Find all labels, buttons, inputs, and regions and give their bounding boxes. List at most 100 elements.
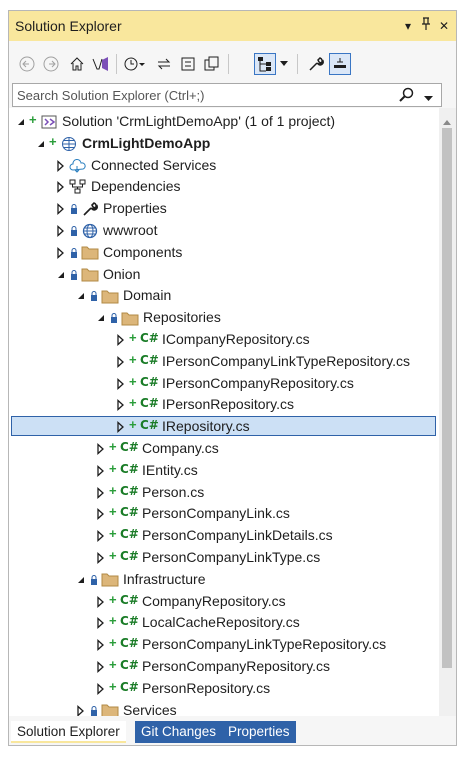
globe-icon	[81, 222, 99, 240]
tree-item-label: IEntity.cs	[142, 461, 198, 478]
collapsed-arrow-icon[interactable]	[95, 551, 107, 564]
tree-item-file[interactable]: + C# Person.cs	[9, 483, 439, 504]
tree-item-file[interactable]: + C# PersonCompanyLink.cs	[9, 504, 439, 525]
collapsed-arrow-icon[interactable]	[95, 529, 107, 543]
expanded-arrow-icon[interactable]	[15, 115, 27, 127]
tree-item[interactable]: wwwroot	[9, 221, 439, 242]
close-button[interactable]: ✕	[436, 17, 452, 35]
pin-button[interactable]	[418, 17, 434, 35]
tree-item[interactable]: Repositories	[9, 308, 439, 329]
tree-item-file[interactable]: + C# IEntity.cs	[9, 461, 439, 482]
vertical-scrollbar[interactable]	[439, 108, 456, 716]
search-options-dropdown[interactable]	[424, 89, 433, 107]
tree-item[interactable]: + CrmLightDemoApp	[9, 134, 439, 155]
collapsed-arrow-icon[interactable]	[95, 486, 107, 499]
tree-item[interactable]: Onion	[9, 265, 439, 286]
tree-item-file[interactable]: + C# CompanyRepository.cs	[9, 592, 439, 613]
expanded-arrow-icon[interactable]	[95, 311, 107, 323]
show-all-files-button[interactable]	[201, 53, 223, 75]
tree-item-label: PersonCompanyLinkDetails.cs	[142, 527, 333, 544]
tree-item-file[interactable]: + C# PersonCompanyRepository.cs	[9, 657, 439, 678]
tree-view-dropdown-button[interactable]	[277, 53, 291, 75]
tree-item[interactable]: Domain	[9, 286, 439, 307]
expanded-arrow-icon[interactable]	[55, 268, 67, 280]
collapsed-arrow-icon[interactable]	[115, 355, 127, 368]
tree-item-file[interactable]: + C# PersonCompanyLinkType.cs	[9, 548, 439, 569]
solution-tree: + Solution 'CrmLightDemoApp' (1 of 1 proj…	[9, 108, 439, 716]
tree-item-file[interactable]: + C# PersonRepository.cs	[9, 679, 439, 700]
solution-explorer-window: Solution Explorer ▾ ✕ Search Solution Ex…	[8, 10, 457, 746]
tree-item-file[interactable]: + C# IRepository.cs	[9, 416, 439, 438]
back-button[interactable]	[16, 53, 38, 75]
home-button[interactable]	[66, 53, 88, 75]
added-change-icon: +	[49, 133, 57, 149]
tree-item[interactable]: Properties	[9, 199, 439, 220]
window-dropdown-button[interactable]: ▾	[400, 17, 416, 35]
collapsed-arrow-icon[interactable]	[95, 442, 107, 455]
lock-icon	[90, 704, 98, 716]
csharp-icon: C#	[140, 331, 159, 345]
search-button[interactable]	[399, 87, 415, 108]
collapsed-arrow-icon[interactable]	[115, 377, 127, 390]
tree-item-label: PersonCompanyLinkType.cs	[142, 549, 321, 565]
tree-item-file[interactable]: + C# PersonCompanyLinkTypeRepository.cs	[9, 635, 439, 656]
properties-button[interactable]	[305, 53, 327, 75]
collapsed-arrow-icon[interactable]	[115, 420, 127, 434]
tree-item[interactable]: Infrastructure	[9, 570, 439, 591]
collapsed-arrow-icon[interactable]	[95, 616, 107, 630]
tab-properties[interactable]: Properties	[222, 721, 296, 743]
collapsed-arrow-icon[interactable]	[55, 202, 67, 216]
expanded-arrow-icon[interactable]	[35, 137, 47, 149]
tree-item-file[interactable]: + C# PersonCompanyLinkDetails.cs	[9, 526, 439, 547]
switch-views-button[interactable]	[90, 53, 112, 75]
tree-item-file[interactable]: + C# ICompanyRepository.cs	[9, 330, 439, 351]
tree-item[interactable]: + Solution 'CrmLightDemoApp' (1 of 1 proj…	[9, 112, 439, 133]
tree-item-label: IPersonCompanyRepository.cs	[162, 374, 354, 391]
preview-selected-items-button[interactable]	[329, 53, 351, 75]
collapsed-arrow-icon[interactable]	[95, 660, 107, 673]
tree-item-label: Company.cs	[142, 440, 219, 456]
added-change-icon: +	[109, 460, 117, 476]
lock-icon	[70, 246, 78, 258]
collapsed-arrow-icon[interactable]	[95, 638, 107, 652]
collapsed-arrow-icon[interactable]	[95, 682, 107, 695]
collapsed-arrow-icon[interactable]	[55, 159, 67, 172]
csharp-icon: C#	[120, 614, 139, 629]
sync-button[interactable]	[153, 53, 175, 75]
scrollbar-thumb[interactable]	[442, 128, 452, 668]
tree-item[interactable]: Components	[9, 243, 439, 264]
collapse-all-button[interactable]	[177, 53, 199, 75]
tree-view-toggle-button[interactable]	[254, 53, 276, 75]
collapsed-arrow-icon[interactable]	[115, 333, 127, 346]
tab-git-changes[interactable]: Git Changes	[135, 721, 223, 743]
added-change-icon: +	[109, 526, 117, 542]
tree-item[interactable]: Services	[9, 701, 439, 716]
expanded-arrow-icon[interactable]	[75, 289, 87, 301]
collapsed-arrow-icon[interactable]	[95, 507, 107, 521]
collapsed-arrow-icon[interactable]	[55, 246, 67, 259]
tree-item-label: IRepository.cs	[162, 418, 250, 435]
forward-button[interactable]	[40, 53, 62, 75]
collapsed-arrow-icon[interactable]	[55, 180, 67, 194]
lock-icon	[110, 311, 118, 324]
collapsed-arrow-icon[interactable]	[95, 464, 107, 477]
tree-item-file[interactable]: + C# IPersonCompanyRepository.cs	[9, 374, 439, 395]
pending-changes-filter-button[interactable]	[123, 53, 145, 75]
csharp-icon: C#	[140, 396, 159, 411]
tree-item[interactable]: Connected Services	[9, 156, 439, 177]
expanded-arrow-icon[interactable]	[75, 573, 87, 585]
tree-item-file[interactable]: + C# IPersonRepository.cs	[9, 395, 439, 416]
tree-item-file[interactable]: + C# Company.cs	[9, 439, 439, 460]
tree-item[interactable]: Dependencies	[9, 177, 439, 198]
collapsed-arrow-icon[interactable]	[75, 704, 87, 716]
collapsed-arrow-icon[interactable]	[55, 224, 67, 237]
tree-item-file[interactable]: + C# IPersonCompanyLinkTypeRepository.cs	[9, 352, 439, 373]
added-change-icon: +	[109, 678, 117, 694]
collapsed-arrow-icon[interactable]	[115, 398, 127, 412]
added-change-icon: +	[29, 112, 37, 127]
tree-item-file[interactable]: + C# LocalCacheRepository.cs	[9, 613, 439, 634]
tab-solution-explorer[interactable]: Solution Explorer	[11, 721, 126, 743]
tree-item-label: Connected Services	[91, 156, 217, 173]
collapsed-arrow-icon[interactable]	[95, 595, 107, 608]
search-input[interactable]	[17, 85, 407, 105]
